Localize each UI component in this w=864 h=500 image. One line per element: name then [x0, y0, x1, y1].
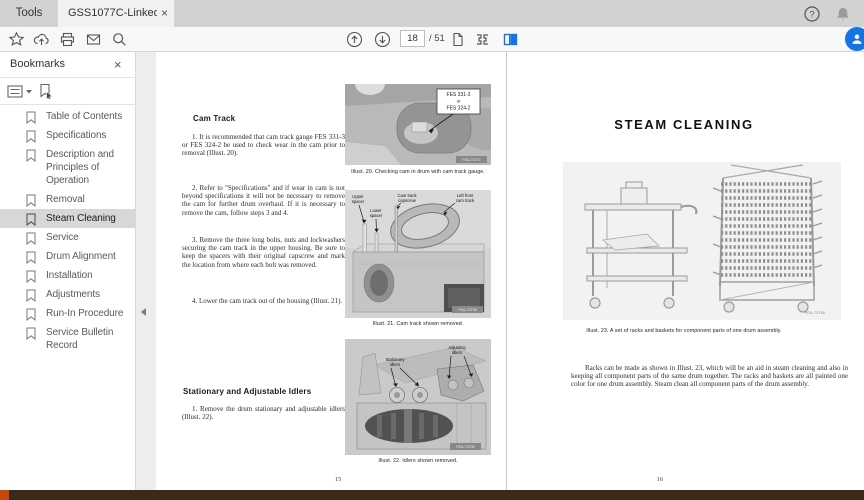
- svg-text:?: ?: [809, 10, 814, 21]
- photo-ref-label: FEA-73740: [805, 310, 826, 315]
- bookmark-label: Adjustments: [46, 289, 100, 300]
- bookmark-flag-icon: [26, 289, 36, 302]
- illustration-21-photo: Upper spacer Lower spacer Cam track caps…: [345, 190, 491, 318]
- bookmark-flag-icon: [26, 194, 36, 207]
- illustration-20-caption: Illust. 20. Checking cam in drum with ca…: [340, 169, 496, 175]
- bookmarks-close-icon[interactable]: ×: [114, 57, 122, 72]
- page-count-label: / 51: [429, 33, 445, 44]
- bookmark-item-run-in-procedure[interactable]: Run-In Procedure: [0, 304, 136, 323]
- bookmark-item-drum-alignment[interactable]: Drum Alignment: [0, 247, 136, 266]
- bookmark-label: Removal: [46, 194, 85, 205]
- steam-cleaning-paragraph: Racks can be made as shown in Illust. 23…: [571, 364, 848, 389]
- bookmarks-toolbar: [0, 79, 136, 105]
- bell-icon[interactable]: [834, 5, 852, 23]
- taskbar-app-icon[interactable]: [0, 490, 9, 500]
- illustration-23-drawing: FEA-73740: [563, 162, 841, 320]
- print-icon[interactable]: [59, 31, 76, 48]
- bookmarks-list: Table of Contents Specifications Descrip…: [0, 107, 136, 355]
- help-icon[interactable]: ?: [803, 5, 821, 23]
- label-capscrew-line2: capscrew: [398, 198, 417, 203]
- label-stationary-idlers-line2: idlers: [390, 362, 400, 367]
- share-upload-icon[interactable]: [33, 31, 50, 48]
- bookmark-flag-icon: [26, 213, 36, 226]
- illustration-20-photo: FES 331-3 or FES 324-2 FEA-73737: [345, 84, 491, 165]
- paragraph-2: 2. Refer to "Specifications" and if wear…: [182, 184, 345, 217]
- page-title-steam-cleaning: STEAM CLEANING: [507, 117, 861, 132]
- previous-page-button[interactable]: [346, 31, 363, 48]
- bookmarks-title: Bookmarks: [10, 58, 65, 70]
- bookmark-flag-icon: [26, 251, 36, 264]
- scrolling-page-view-icon[interactable]: [474, 31, 491, 48]
- bookmark-flag-icon: [26, 111, 36, 124]
- illustration-22-photo: Stationary idlers Adjusting idlers FEA-7…: [345, 339, 491, 455]
- bookmark-label: Description and Principles of Operation: [46, 149, 114, 186]
- label-lower-spacer-line2: spacer: [370, 213, 383, 218]
- photo-ref-label: FEA-73738: [458, 308, 476, 312]
- gauge-label-line2: or: [457, 99, 461, 104]
- bookmark-flag-icon: [26, 232, 36, 245]
- illustration-21-caption: Illust. 21. Cam track shown removed.: [340, 321, 496, 327]
- tab-close-icon[interactable]: ×: [161, 0, 168, 27]
- email-icon[interactable]: [85, 31, 102, 48]
- panel-collapse-arrow[interactable]: [141, 308, 146, 316]
- page-number-15: 15: [328, 476, 348, 483]
- gauge-label-line3: FES 324-2: [447, 106, 471, 112]
- bookmark-item-adjustments[interactable]: Adjustments: [0, 285, 136, 304]
- bookmark-item-description-principles[interactable]: Description and Principles of Operation: [0, 145, 136, 190]
- page-number-16: 16: [650, 476, 670, 483]
- illustration-22-caption: Illust. 22. Idlers shown removed.: [340, 458, 496, 464]
- tab-document-label: GSS1077C-Linked p...: [68, 0, 157, 27]
- bookmark-flag-icon: [26, 327, 36, 340]
- bookmark-label: Steam Cleaning: [46, 213, 116, 224]
- illustration-23-caption: Illust. 23. A set of racks and baskets f…: [527, 328, 841, 334]
- search-icon[interactable]: [111, 31, 128, 48]
- two-page-view-icon[interactable]: [502, 31, 519, 48]
- bookmark-flag-icon: [26, 130, 36, 143]
- bookmark-label: Drum Alignment: [46, 251, 116, 262]
- bookmark-label: Installation: [46, 270, 93, 281]
- bookmark-options-icon[interactable]: [7, 85, 33, 104]
- bookmark-item-removal[interactable]: Removal: [0, 190, 136, 209]
- paragraph-5: 1. Remove the drum stationary and adjust…: [182, 405, 345, 421]
- paragraph-3: 3. Remove the three long bolts, nuts and…: [182, 236, 345, 269]
- bookmark-label: Service: [46, 232, 79, 243]
- bookmark-item-service[interactable]: Service: [0, 228, 136, 247]
- tab-tools[interactable]: Tools: [0, 0, 58, 27]
- section-heading-cam-track: Cam Track: [193, 114, 235, 123]
- bookmark-label: Specifications: [46, 130, 106, 141]
- account-button[interactable]: [845, 27, 864, 51]
- bookmark-flag-icon: [26, 149, 36, 162]
- bookmark-label: Run-In Procedure: [46, 308, 123, 319]
- section-heading-idlers: Stationary and Adjustable Idlers: [183, 387, 311, 396]
- bookmark-flag-icon: [26, 270, 36, 283]
- person-icon: [850, 32, 864, 46]
- gauge-label-line1: FES 331-3: [447, 92, 471, 98]
- favorite-star-icon[interactable]: [8, 31, 25, 48]
- bookmark-label: Service Bulletin Record: [46, 327, 113, 351]
- label-adjusting-idlers-line2: idlers: [452, 350, 462, 355]
- next-page-button[interactable]: [374, 31, 391, 48]
- photo-ref-label: FEA-73739: [456, 445, 474, 449]
- bookmark-item-table-of-contents[interactable]: Table of Contents: [0, 107, 136, 126]
- bookmark-item-service-bulletin-record[interactable]: Service Bulletin Record: [0, 323, 136, 355]
- bookmark-label: Table of Contents: [46, 111, 122, 122]
- bookmark-item-installation[interactable]: Installation: [0, 266, 136, 285]
- label-cam-track-line2: cam track: [456, 198, 475, 203]
- bookmark-item-steam-cleaning[interactable]: Steam Cleaning: [0, 209, 136, 228]
- tab-document[interactable]: GSS1077C-Linked p... ×: [58, 0, 174, 27]
- paragraph-4: 4. Lower the cam track out of the housin…: [182, 297, 345, 305]
- label-upper-spacer-line2: spacer: [352, 199, 365, 204]
- os-taskbar[interactable]: [0, 490, 864, 500]
- photo-ref-label: FEA-73737: [462, 158, 480, 162]
- paragraph-1: 1. It is recommended that cam track gaug…: [182, 133, 345, 158]
- single-page-view-icon[interactable]: [449, 31, 466, 48]
- panel-gutter: [136, 52, 156, 490]
- expand-current-bookmark-icon[interactable]: [38, 83, 54, 104]
- bookmark-item-specifications[interactable]: Specifications: [0, 126, 136, 145]
- bookmark-flag-icon: [26, 308, 36, 321]
- page-number-input[interactable]: [400, 30, 425, 47]
